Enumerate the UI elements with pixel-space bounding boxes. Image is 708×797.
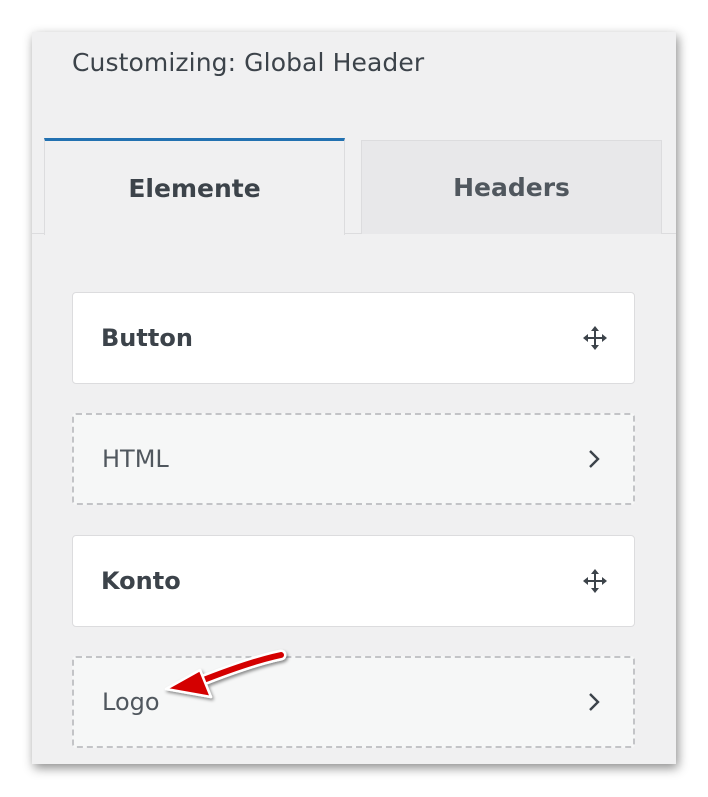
tab-label: Headers bbox=[453, 173, 570, 202]
tab-label: Elemente bbox=[128, 173, 261, 203]
move-icon[interactable] bbox=[582, 325, 608, 351]
element-item-html[interactable]: HTML bbox=[72, 413, 635, 505]
customizer-panel: Customizing: Global Header Elemente Head… bbox=[32, 32, 676, 764]
element-item-konto[interactable]: Konto bbox=[72, 535, 635, 627]
element-label: Logo bbox=[102, 688, 160, 716]
element-label: HTML bbox=[102, 445, 169, 473]
chevron-right-icon[interactable] bbox=[581, 689, 607, 715]
tab-elemente[interactable]: Elemente bbox=[44, 138, 345, 235]
panel-title: Customizing: Global Header bbox=[72, 48, 425, 77]
move-icon[interactable] bbox=[582, 568, 608, 594]
tab-headers[interactable]: Headers bbox=[361, 140, 662, 234]
chevron-right-icon[interactable] bbox=[581, 446, 607, 472]
element-label: Konto bbox=[101, 567, 181, 595]
element-item-button[interactable]: Button bbox=[72, 292, 635, 384]
element-item-logo[interactable]: Logo bbox=[72, 656, 635, 748]
element-label: Button bbox=[101, 324, 193, 352]
